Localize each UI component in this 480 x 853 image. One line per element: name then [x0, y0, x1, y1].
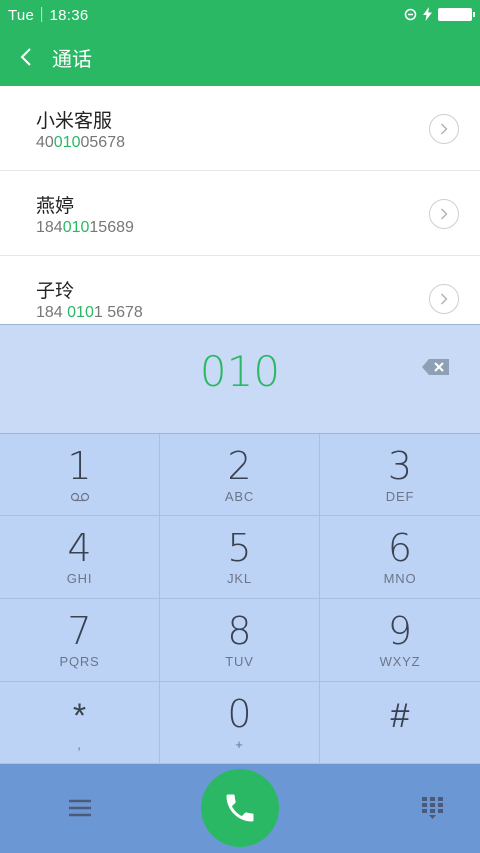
- key-2[interactable]: 2 ABC: [160, 434, 320, 516]
- chevron-right-icon: [441, 293, 448, 305]
- key-hash[interactable]: #: [320, 682, 480, 764]
- key-6[interactable]: 6 MNO: [320, 516, 480, 599]
- contact-name: 小米客服: [36, 110, 113, 132]
- key-4[interactable]: 4 GHI: [0, 516, 160, 599]
- key-8[interactable]: 8 TUV: [160, 599, 320, 682]
- phone-icon: [226, 794, 254, 822]
- key-star[interactable]: *,: [0, 682, 160, 764]
- app-bar: 通话: [0, 28, 480, 86]
- menu-icon: [69, 799, 91, 817]
- status-time: Tue｜18:36: [8, 6, 89, 24]
- contact-row[interactable]: 子玲 184 0101 5678: [0, 256, 480, 324]
- contact-name: 燕婷: [36, 195, 75, 217]
- status-bar: Tue｜18:36: [0, 0, 480, 28]
- key-1[interactable]: 1: [0, 434, 160, 516]
- contact-list: 小米客服 4001005678 燕婷 18401015689 子玲 184 01…: [0, 86, 480, 324]
- battery-icon: [438, 7, 475, 21]
- chevron-right-icon: [441, 208, 448, 220]
- dialed-number: 010: [199, 347, 281, 396]
- key-3[interactable]: 3 DEF: [320, 434, 480, 516]
- key-5[interactable]: 5 JKL: [160, 516, 320, 599]
- back-button[interactable]: [0, 28, 52, 86]
- contact-number: 184 0101 5678: [36, 304, 143, 321]
- call-button[interactable]: [201, 769, 279, 847]
- contact-detail-button[interactable]: [429, 284, 459, 314]
- contact-number: 18401015689: [36, 219, 134, 236]
- dialpad-toggle-button[interactable]: [418, 794, 448, 822]
- contact-row[interactable]: 燕婷 18401015689: [0, 171, 480, 256]
- backspace-button[interactable]: [420, 355, 452, 379]
- contact-number: 4001005678: [36, 134, 125, 151]
- key-7[interactable]: 7 PQRS: [0, 599, 160, 682]
- contact-detail-button[interactable]: [429, 199, 459, 229]
- status-icons: [404, 7, 475, 21]
- chevron-right-icon: [441, 123, 448, 135]
- contact-row[interactable]: 小米客服 4001005678: [0, 86, 480, 171]
- alarm-icon: [404, 8, 417, 20]
- voicemail-icon: [70, 492, 89, 502]
- key-9[interactable]: 9 WXYZ: [320, 599, 480, 682]
- keypad: 1 2 ABC 3 DEF 4 GHI 5 JKL 6 MNO 7 PQRS 8 TUV 9W…: [0, 434, 480, 764]
- page-title: 通话: [52, 48, 92, 71]
- contact-detail-button[interactable]: [429, 114, 459, 144]
- contact-name: 子玲: [36, 280, 75, 302]
- back-arrow-icon: [20, 48, 31, 66]
- dialpad-icon: [422, 797, 443, 819]
- key-0[interactable]: 0 +: [160, 682, 320, 764]
- menu-button[interactable]: [62, 794, 98, 822]
- bottom-bar: [0, 764, 480, 853]
- backspace-icon: [422, 359, 449, 375]
- dial-display: 010: [0, 324, 480, 434]
- charging-icon: [423, 7, 432, 21]
